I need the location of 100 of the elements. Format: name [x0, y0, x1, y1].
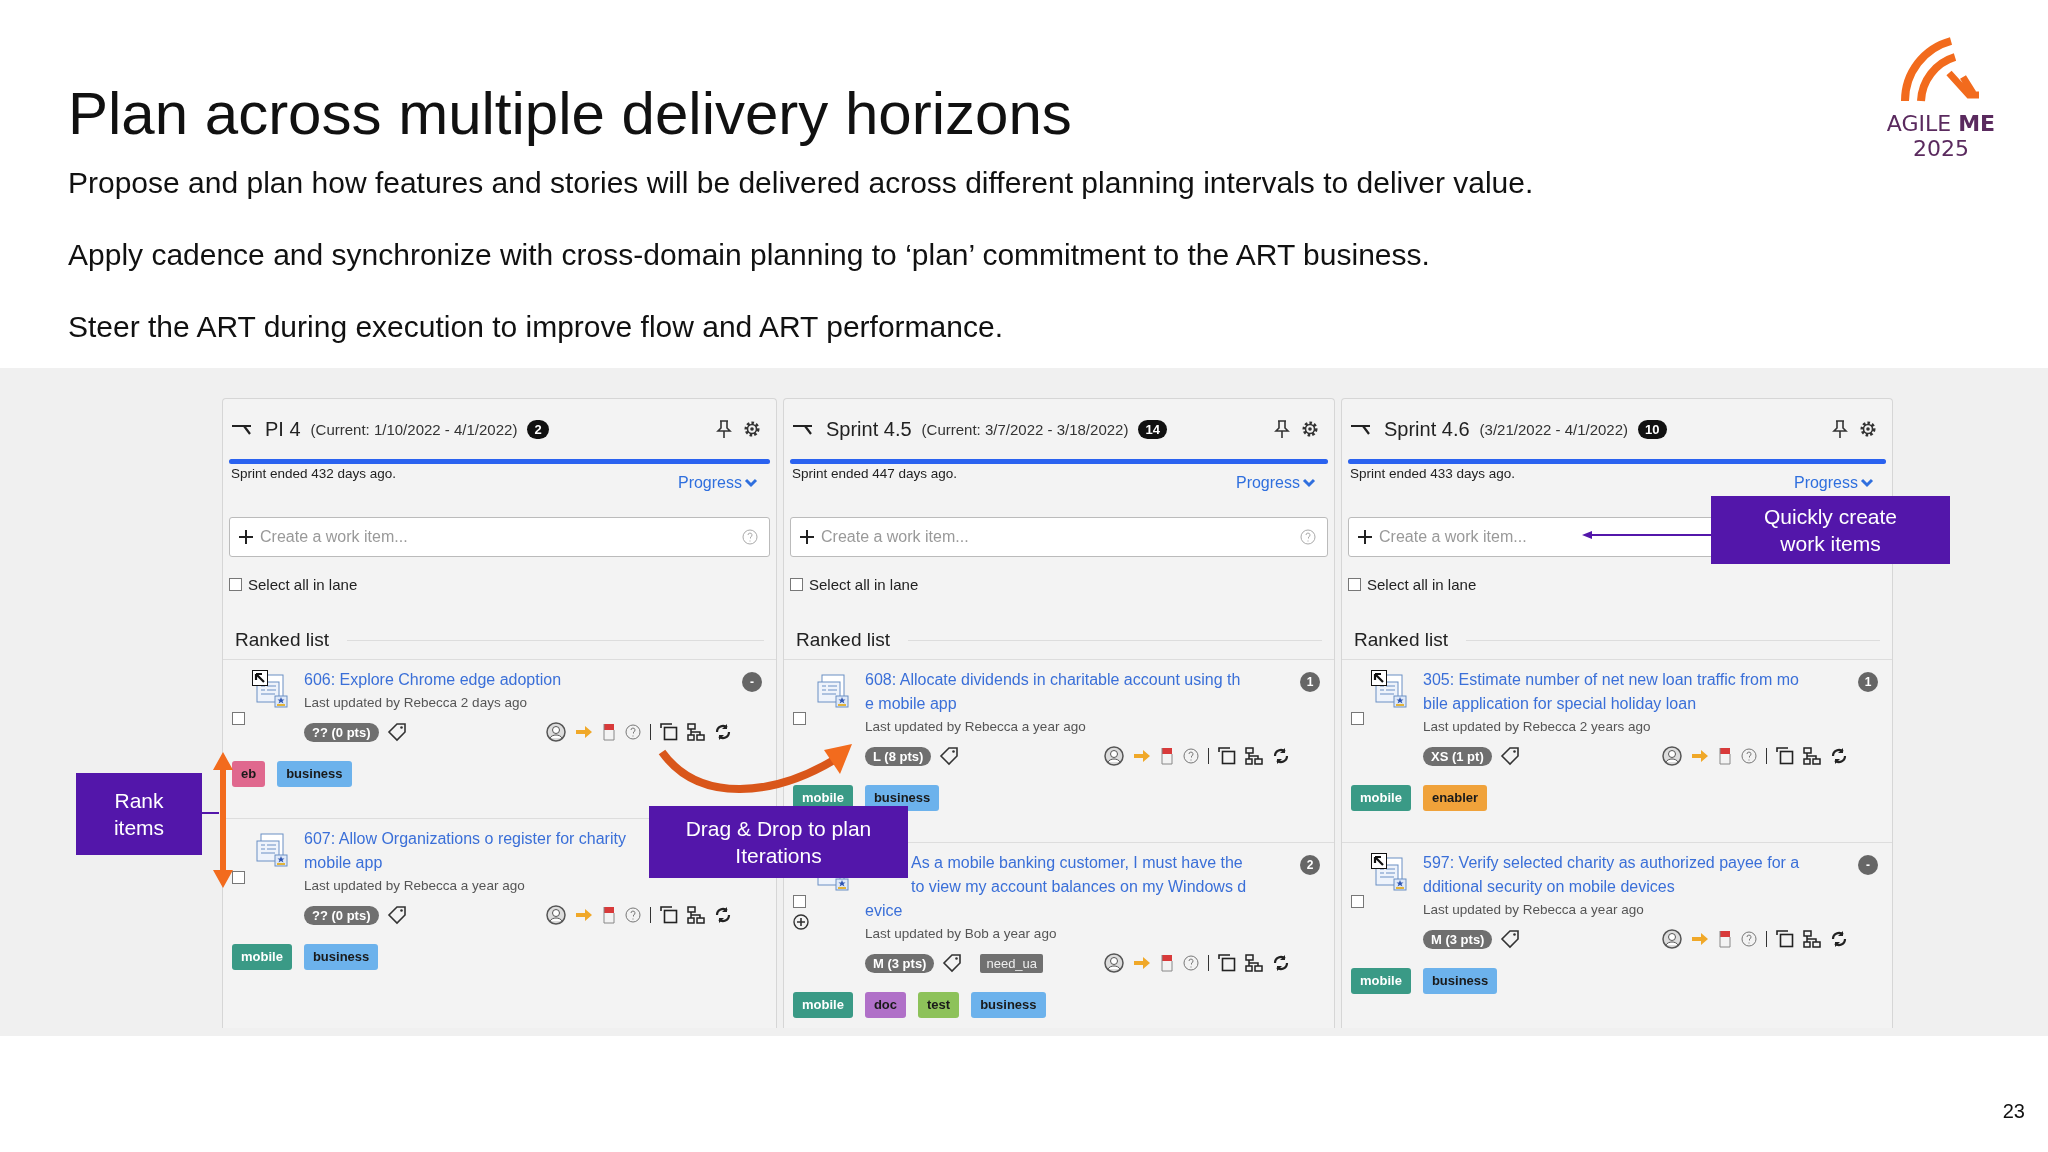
question-icon[interactable]: [1741, 748, 1757, 764]
checkbox[interactable]: [1348, 578, 1361, 591]
logo-text: AGILE ME: [1886, 111, 1996, 136]
progress-link[interactable]: Progress: [677, 474, 758, 492]
body-text: Propose and plan how features and stories will be delivered across different planning intervals to deliver value.: [68, 165, 1534, 201]
checkbox[interactable]: [1351, 895, 1364, 908]
rank-marker-icon[interactable]: [1371, 853, 1387, 869]
flag-icon[interactable]: [1160, 954, 1174, 972]
tag-label[interactable]: eb: [232, 761, 266, 787]
checkbox[interactable]: [790, 578, 803, 591]
copy-icon[interactable]: [660, 723, 678, 741]
tag-icon[interactable]: [386, 905, 407, 925]
tag-icon[interactable]: [942, 953, 963, 973]
checkbox[interactable]: [229, 578, 242, 591]
tag-label[interactable]: business: [971, 992, 1046, 1018]
checkbox[interactable]: [793, 895, 806, 908]
annotation-tooltip: Rank items: [76, 773, 202, 855]
hierarchy-icon[interactable]: [1803, 930, 1821, 948]
chevron-down-icon: [1860, 478, 1874, 488]
flag-icon[interactable]: [602, 723, 616, 741]
copy-icon[interactable]: [1776, 930, 1794, 948]
refresh-icon[interactable]: [1272, 954, 1290, 972]
copy-icon[interactable]: [1776, 747, 1794, 765]
tag-label[interactable]: mobile: [793, 992, 853, 1018]
rank-marker-icon[interactable]: [1371, 670, 1387, 686]
refresh-icon[interactable]: [1830, 747, 1848, 765]
tag-icon[interactable]: [1500, 929, 1521, 949]
hierarchy-icon[interactable]: [687, 906, 705, 924]
user-icon[interactable]: [1104, 953, 1124, 973]
user-icon[interactable]: [546, 722, 566, 742]
copy-icon[interactable]: [1218, 747, 1236, 765]
section-heading: Ranked list: [235, 629, 329, 651]
count-badge: 2: [527, 419, 549, 439]
question-icon[interactable]: [625, 724, 641, 740]
rank-marker-icon[interactable]: [252, 670, 268, 686]
question-icon[interactable]: [1741, 931, 1757, 947]
work-item-link[interactable]: 305: Estimate number of net new loan traffic from mo bile application for special holiday loan: [1423, 668, 1848, 716]
size-pill[interactable]: XS (1 pt): [1423, 746, 1492, 766]
copy-icon[interactable]: [660, 906, 678, 924]
checkbox[interactable]: [232, 871, 245, 884]
tag-label[interactable]: doc: [864, 992, 907, 1018]
user-icon[interactable]: [1662, 929, 1682, 949]
tag-icon[interactable]: [939, 746, 960, 766]
pin-icon[interactable]: [716, 419, 732, 439]
settings-icon[interactable]: [1858, 419, 1878, 439]
work-item-link[interactable]: 597: Verify selected charity as authorized payee for a dditional security on mobile devices: [1423, 851, 1848, 899]
flag-icon[interactable]: [1160, 747, 1174, 765]
size-pill[interactable]: M (3 pts): [865, 953, 935, 973]
hierarchy-icon[interactable]: [1803, 747, 1821, 765]
work-item-link[interactable]: 608: Allocate dividends in charitable account using th e mobile app: [865, 668, 1290, 716]
refresh-icon[interactable]: [714, 906, 732, 924]
user-icon[interactable]: [546, 905, 566, 925]
rank-badge: 1: [1858, 672, 1878, 692]
section-heading: Ranked list: [796, 629, 890, 651]
size-pill[interactable]: M (3 pts): [1423, 929, 1493, 949]
tag-icon[interactable]: [386, 722, 407, 742]
tag-label[interactable]: mobile: [1351, 968, 1411, 994]
tag-label[interactable]: business: [864, 785, 940, 811]
progress-link[interactable]: Progress: [1235, 474, 1316, 492]
tag-label[interactable]: business: [303, 944, 379, 970]
tag-label[interactable]: business: [1422, 968, 1498, 994]
flag-icon[interactable]: [1718, 930, 1732, 948]
tag-label[interactable]: test: [918, 992, 960, 1018]
refresh-icon[interactable]: [1272, 747, 1290, 765]
progress-link[interactable]: Progress: [1793, 474, 1874, 492]
pin-icon[interactable]: [1832, 419, 1848, 439]
add-circle-icon[interactable]: [793, 914, 809, 930]
flag-icon[interactable]: [1718, 747, 1732, 765]
checkbox[interactable]: [232, 712, 245, 725]
work-item-link[interactable]: 606: Explore Chrome edge adoption: [304, 668, 732, 692]
hierarchy-icon[interactable]: [687, 723, 705, 741]
user-icon[interactable]: [1104, 746, 1124, 766]
sprint-status: Sprint ended 447 days ago.: [792, 466, 958, 482]
size-pill[interactable]: L (8 pts): [865, 746, 932, 766]
size-pill[interactable]: ?? (0 pts): [304, 722, 379, 742]
tag-label[interactable]: business: [277, 761, 352, 787]
create-work-item-field[interactable]: Create a work item...: [229, 517, 770, 557]
hierarchy-icon[interactable]: [1245, 747, 1263, 765]
refresh-icon[interactable]: [1830, 930, 1848, 948]
tag-icon[interactable]: [1499, 746, 1520, 766]
copy-icon[interactable]: [1218, 954, 1236, 972]
tag-label[interactable]: mobile: [1351, 785, 1411, 811]
user-icon[interactable]: [1662, 746, 1682, 766]
pin-icon[interactable]: [1274, 419, 1290, 439]
tag-label[interactable]: enabler: [1422, 785, 1488, 811]
create-work-item-field[interactable]: Create a work item...: [790, 517, 1328, 557]
question-icon[interactable]: [625, 907, 641, 923]
tag-label[interactable]: mobile: [232, 944, 292, 970]
size-pill[interactable]: ?? (0 pts): [304, 905, 379, 925]
settings-icon[interactable]: [1300, 419, 1320, 439]
refresh-icon[interactable]: [714, 723, 732, 741]
label-chip[interactable]: need_ua: [980, 953, 1044, 973]
hierarchy-icon[interactable]: [1245, 954, 1263, 972]
checkbox[interactable]: [1351, 712, 1364, 725]
question-icon[interactable]: [1183, 955, 1199, 971]
checkbox[interactable]: [793, 712, 806, 725]
page-number: 23: [2002, 1100, 2025, 1123]
flag-icon[interactable]: [602, 906, 616, 924]
question-icon[interactable]: [1183, 748, 1199, 764]
settings-icon[interactable]: [742, 419, 762, 439]
